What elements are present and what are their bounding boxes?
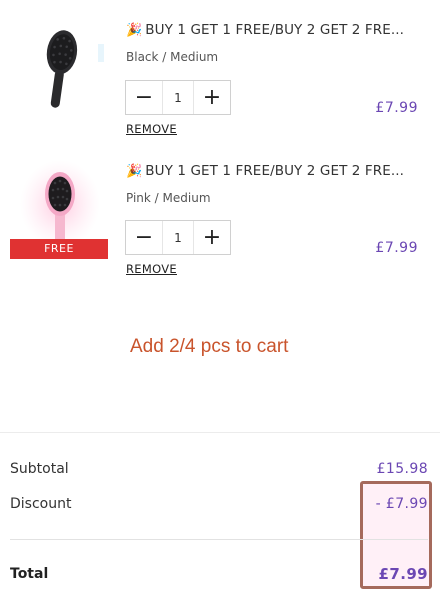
promo-message: Add 2/4 pcs to cart — [130, 336, 289, 357]
quantity-stepper: − 1 + — [125, 80, 231, 115]
remove-button[interactable]: REMOVE — [126, 122, 177, 136]
cart-item: 🎉 BUY 1 GET 1 FREE/BUY 2 GET 2 FRE... Bla… — [0, 0, 440, 150]
remove-button[interactable]: REMOVE — [126, 262, 177, 276]
decrease-quantity-button[interactable]: − — [126, 81, 162, 114]
order-summary: Subtotal £15.98 Discount - £7.99 Total £… — [0, 432, 440, 599]
quantity-stepper: − 1 + — [125, 220, 231, 255]
free-badge: FREE — [10, 239, 108, 259]
total-value: £7.99 — [378, 565, 428, 583]
total-label: Total — [10, 566, 49, 582]
quantity-value[interactable]: 1 — [162, 221, 194, 254]
product-variant: Pink / Medium — [126, 191, 211, 205]
subtotal-value: £15.98 — [376, 461, 428, 477]
subtotal-label: Subtotal — [10, 461, 69, 477]
increase-quantity-button[interactable]: + — [194, 81, 230, 114]
product-variant: Black / Medium — [126, 50, 219, 64]
product-image-black-hairbrush[interactable] — [12, 18, 108, 114]
product-title[interactable]: 🎉 BUY 1 GET 1 FREE/BUY 2 GET 2 FRE... — [126, 22, 404, 38]
party-popper-icon: 🎉 — [126, 23, 143, 38]
increase-quantity-button[interactable]: + — [194, 221, 230, 254]
product-title[interactable]: 🎉 BUY 1 GET 1 FREE/BUY 2 GET 2 FRE... — [126, 163, 404, 179]
party-popper-icon: 🎉 — [126, 164, 143, 179]
discount-label: Discount — [10, 496, 72, 512]
cart-item: FREE 🎉 BUY 1 GET 1 FREE/BUY 2 GET 2 FRE..… — [0, 150, 440, 290]
summary-divider — [10, 539, 428, 540]
item-price: £7.99 — [375, 240, 418, 256]
decrease-quantity-button[interactable]: − — [126, 221, 162, 254]
discount-value: - £7.99 — [375, 496, 428, 512]
item-price: £7.99 — [375, 100, 418, 116]
quantity-value[interactable]: 1 — [162, 81, 194, 114]
